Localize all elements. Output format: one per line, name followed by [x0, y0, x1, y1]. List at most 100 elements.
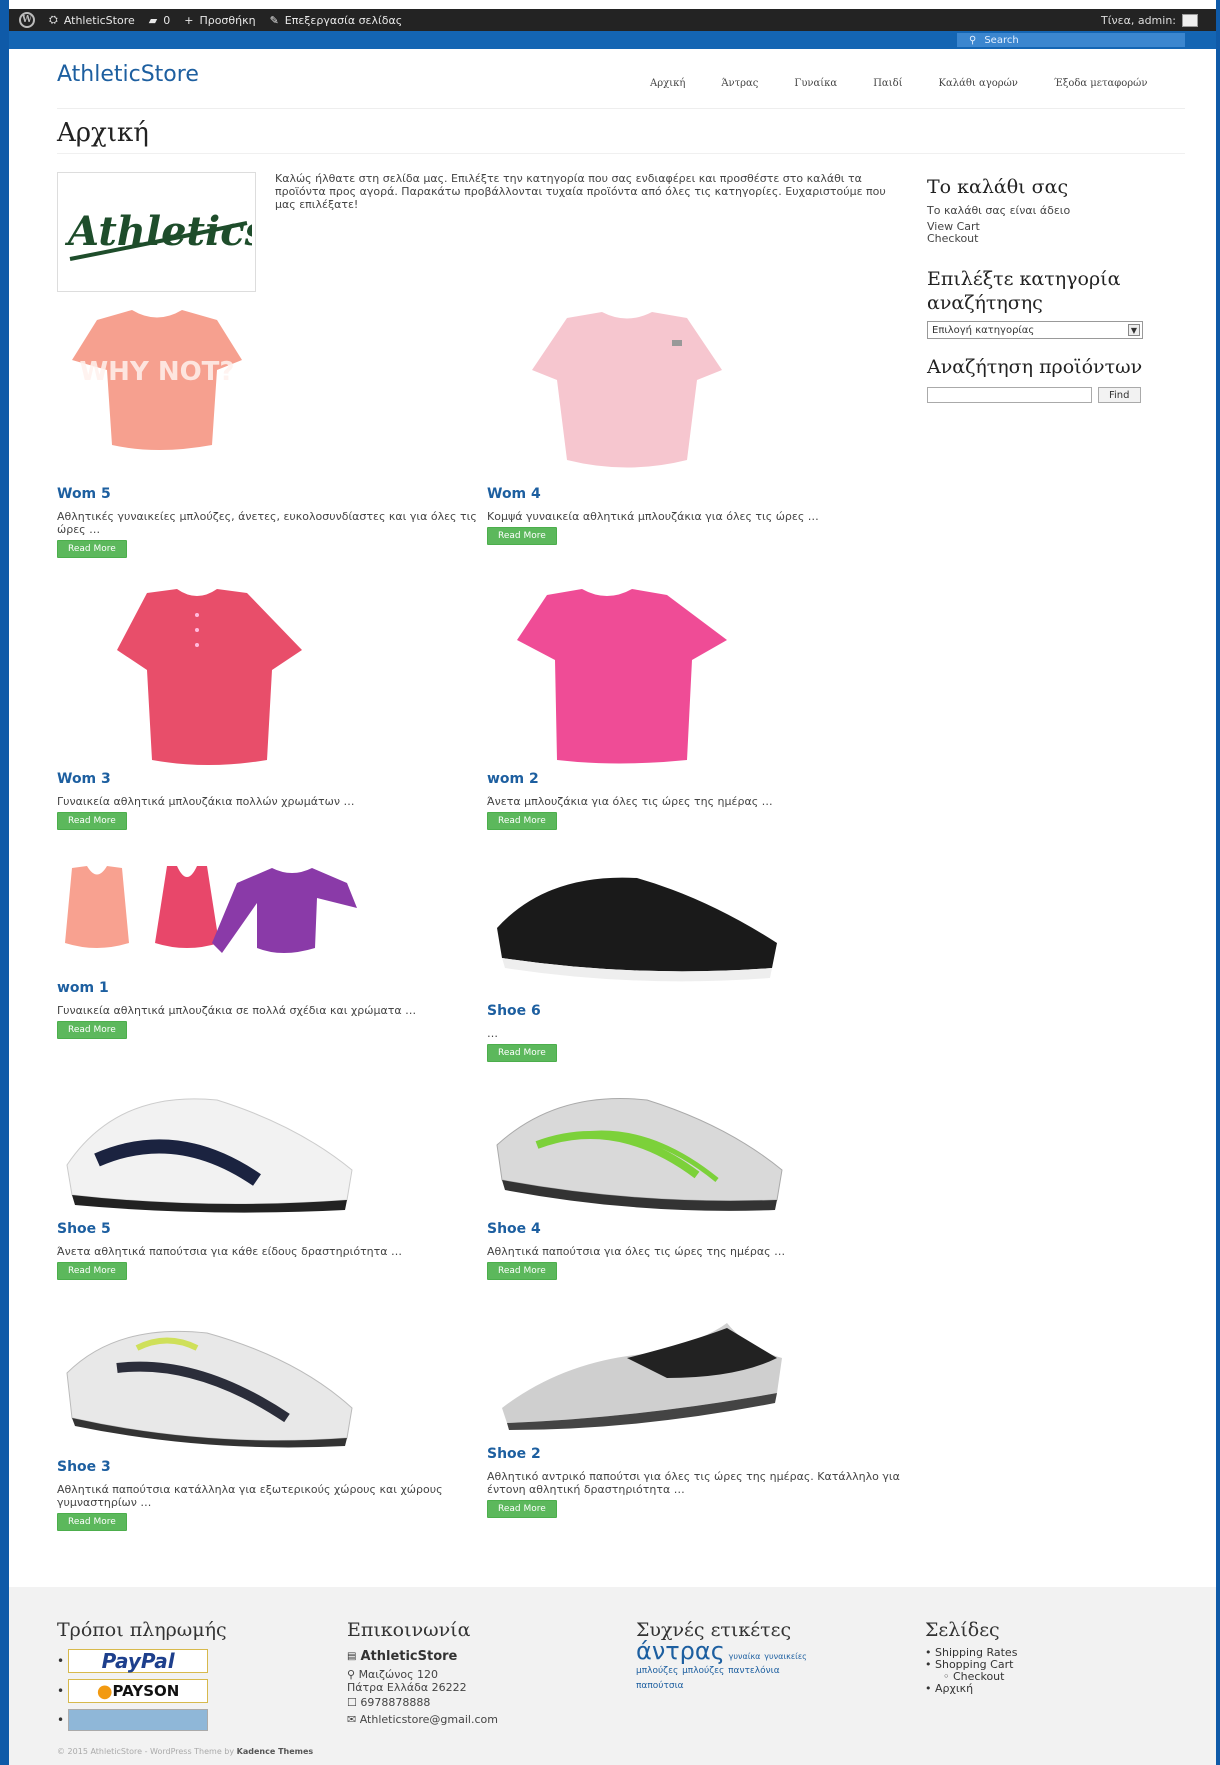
find-button[interactable]: Find — [1098, 387, 1141, 403]
shirt-print: WHY NOT? — [80, 357, 235, 387]
product-title[interactable]: wom 2 — [487, 771, 907, 787]
read-more-button[interactable]: Read More — [487, 527, 557, 545]
nav-item-men[interactable]: Άντρας — [721, 78, 758, 89]
theme-author-link[interactable]: Kadence Themes — [237, 1747, 314, 1756]
product-title[interactable]: Shoe 2 — [487, 1446, 907, 1462]
tag-link[interactable]: γυναικείες — [764, 1652, 807, 1661]
product-title[interactable]: Shoe 3 — [57, 1459, 477, 1475]
cart-widget-title: Το καλάθι σας — [927, 176, 1069, 198]
nav-item-home[interactable]: Αρχική — [650, 78, 685, 89]
product-description: Αθλητικό αντρικό παπούτσι για όλες τις ώ… — [487, 1470, 900, 1496]
logo-text: Athletics — [64, 208, 252, 255]
building-icon: ▤ — [347, 1651, 357, 1662]
window-frame-left — [0, 0, 9, 1765]
admin-account[interactable]: Τίνεα, admin: — [1101, 13, 1198, 27]
footer-pages: Σελίδες • Shipping Rates • Shopping Cart… — [925, 1619, 1017, 1695]
search-placeholder: Search — [984, 34, 1019, 46]
product-title[interactable]: Wom 5 — [57, 486, 477, 502]
product-description: Άνετα αθλητικά παπούτσια για κάθε είδους… — [57, 1245, 403, 1258]
read-more-button[interactable]: Read More — [487, 1262, 557, 1280]
product-image[interactable] — [57, 585, 477, 765]
admin-comments-link[interactable]: ▰ 0 — [149, 14, 170, 27]
admin-edit-link[interactable]: ✎ Επεξεργασία σελίδας — [270, 14, 403, 27]
product-title[interactable]: Wom 3 — [57, 771, 477, 787]
nav-item-women[interactable]: Γυναίκα — [794, 78, 837, 89]
nav-item-cart[interactable]: Καλάθι αγορών — [939, 78, 1018, 89]
product-image[interactable] — [487, 300, 907, 480]
comment-icon: ▰ — [148, 13, 158, 27]
copyright: © 2015 AthleticStore - WordPress Theme b… — [57, 1747, 313, 1756]
avatar — [1182, 13, 1198, 27]
footer-page-link[interactable]: • Αρχική — [925, 1683, 1017, 1695]
tag-link[interactable]: παπούτσια — [636, 1681, 684, 1691]
admin-greeting: Τίνεα, admin: — [1101, 13, 1176, 27]
product-image[interactable]: WHY NOT? — [57, 300, 477, 480]
site-title[interactable]: AthleticStore — [57, 62, 199, 87]
product-title[interactable]: Shoe 4 — [487, 1221, 907, 1237]
product-card: wom 1 Γυναικεία αθλητικά μπλουζάκια σε π… — [57, 858, 477, 1039]
admin-site-link[interactable]: ⛭ AthleticStore — [49, 13, 135, 27]
comment-count: 0 — [163, 13, 171, 27]
product-card: Shoe 3 Αθλητικά παπούτσια κατάλληλα για … — [57, 1318, 477, 1531]
read-more-button[interactable]: Read More — [487, 812, 557, 830]
window-frame-right — [1216, 0, 1220, 1765]
product-search-input[interactable] — [927, 387, 1092, 403]
product-description: Αθλητικά παπούτσια για όλες τις ώρες της… — [487, 1245, 786, 1258]
read-more-button[interactable]: Read More — [57, 1262, 127, 1280]
admin-edit-label: Επεξεργασία σελίδας — [284, 13, 403, 27]
product-image[interactable] — [487, 585, 907, 765]
read-more-button[interactable]: Read More — [487, 1044, 557, 1062]
product-search-title: Αναζήτηση προϊόντων — [927, 356, 1143, 378]
admin-new-link[interactable]: + Προσθήκη — [184, 14, 255, 27]
nav-item-kids[interactable]: Παιδί — [873, 78, 902, 89]
tag-link[interactable]: άντρας — [636, 1637, 725, 1665]
map-marker-icon: ⚲ — [347, 1668, 356, 1681]
tag-link[interactable]: μπλούζες — [682, 1666, 724, 1676]
tag-link[interactable]: γυναίκα — [729, 1652, 761, 1661]
admin-new-label: Προσθήκη — [199, 13, 256, 27]
wordpress-logo-icon[interactable]: W — [19, 12, 35, 28]
category-select[interactable]: Επιλογή κατηγορίας ▼ — [927, 321, 1143, 339]
product-image[interactable] — [57, 858, 477, 968]
tag-link[interactable]: παντελόνια — [728, 1666, 780, 1676]
read-more-button[interactable]: Read More — [57, 540, 127, 558]
search-input[interactable]: ⚲ Search — [957, 33, 1185, 47]
pages-title: Σελίδες — [925, 1619, 1000, 1641]
product-title[interactable]: Shoe 6 — [487, 1003, 907, 1019]
checkout-link[interactable]: Checkout — [927, 233, 1197, 245]
product-image[interactable] — [487, 858, 907, 993]
read-more-button[interactable]: Read More — [57, 1513, 127, 1531]
tag-link[interactable]: μπλούζες — [636, 1666, 678, 1676]
footer-contact: Επικοινωνία ▤ AthleticStore ⚲ Μαιζώνος 1… — [347, 1619, 498, 1726]
product-title[interactable]: Shoe 5 — [57, 1221, 477, 1237]
product-card: Shoe 2 Αθλητικό αντρικό παπούτσι για όλε… — [487, 1318, 907, 1518]
read-more-button[interactable]: Read More — [57, 1021, 127, 1039]
product-title[interactable]: Wom 4 — [487, 486, 907, 502]
contact-name: AthleticStore — [360, 1649, 458, 1664]
product-image[interactable] — [57, 1318, 477, 1453]
divider — [57, 108, 1185, 109]
envelope-icon: ✉ — [347, 1713, 357, 1726]
product-description: … — [487, 1027, 498, 1040]
product-image[interactable] — [57, 1085, 477, 1215]
read-more-button[interactable]: Read More — [487, 1500, 557, 1518]
read-more-button[interactable]: Read More — [57, 812, 127, 830]
cart-empty-text: Το καλάθι σας είναι άδειο — [927, 204, 1071, 217]
paypal-logo: PayPal — [68, 1649, 209, 1673]
product-image[interactable] — [487, 1318, 907, 1438]
product-card: wom 2 Άνετα μπλουζάκια για όλες τις ώρες… — [487, 585, 907, 830]
main-nav: Αρχική Άντρας Γυναίκα Παιδί Καλάθι αγορώ… — [650, 78, 1147, 89]
search-icon: ⚲ — [969, 34, 977, 46]
email-link[interactable]: Athleticstore@gmail.com — [360, 1713, 498, 1726]
nav-item-shipping[interactable]: Έξοδα μεταφορών — [1054, 78, 1148, 89]
product-card: WHY NOT? Wom 5 Αθλητικές γυναικείες μπλο… — [57, 300, 477, 558]
product-search-form: Find — [927, 387, 1197, 403]
product-description: Κομψά γυναικεία αθλητικά μπλουζάκια για … — [487, 510, 819, 523]
copyright-text: © 2015 AthleticStore - WordPress Theme b… — [57, 1747, 235, 1756]
product-image[interactable] — [487, 1085, 907, 1215]
dashboard-icon: ⛭ — [49, 13, 58, 26]
bullet: • — [57, 1684, 65, 1698]
product-card: Shoe 4 Αθλητικά παπούτσια για όλες τις ώ… — [487, 1085, 907, 1280]
product-title[interactable]: wom 1 — [57, 980, 477, 996]
admin-bar: W ⛭ AthleticStore ▰ 0 + Προσθήκη ✎ Επεξε… — [9, 9, 1216, 31]
